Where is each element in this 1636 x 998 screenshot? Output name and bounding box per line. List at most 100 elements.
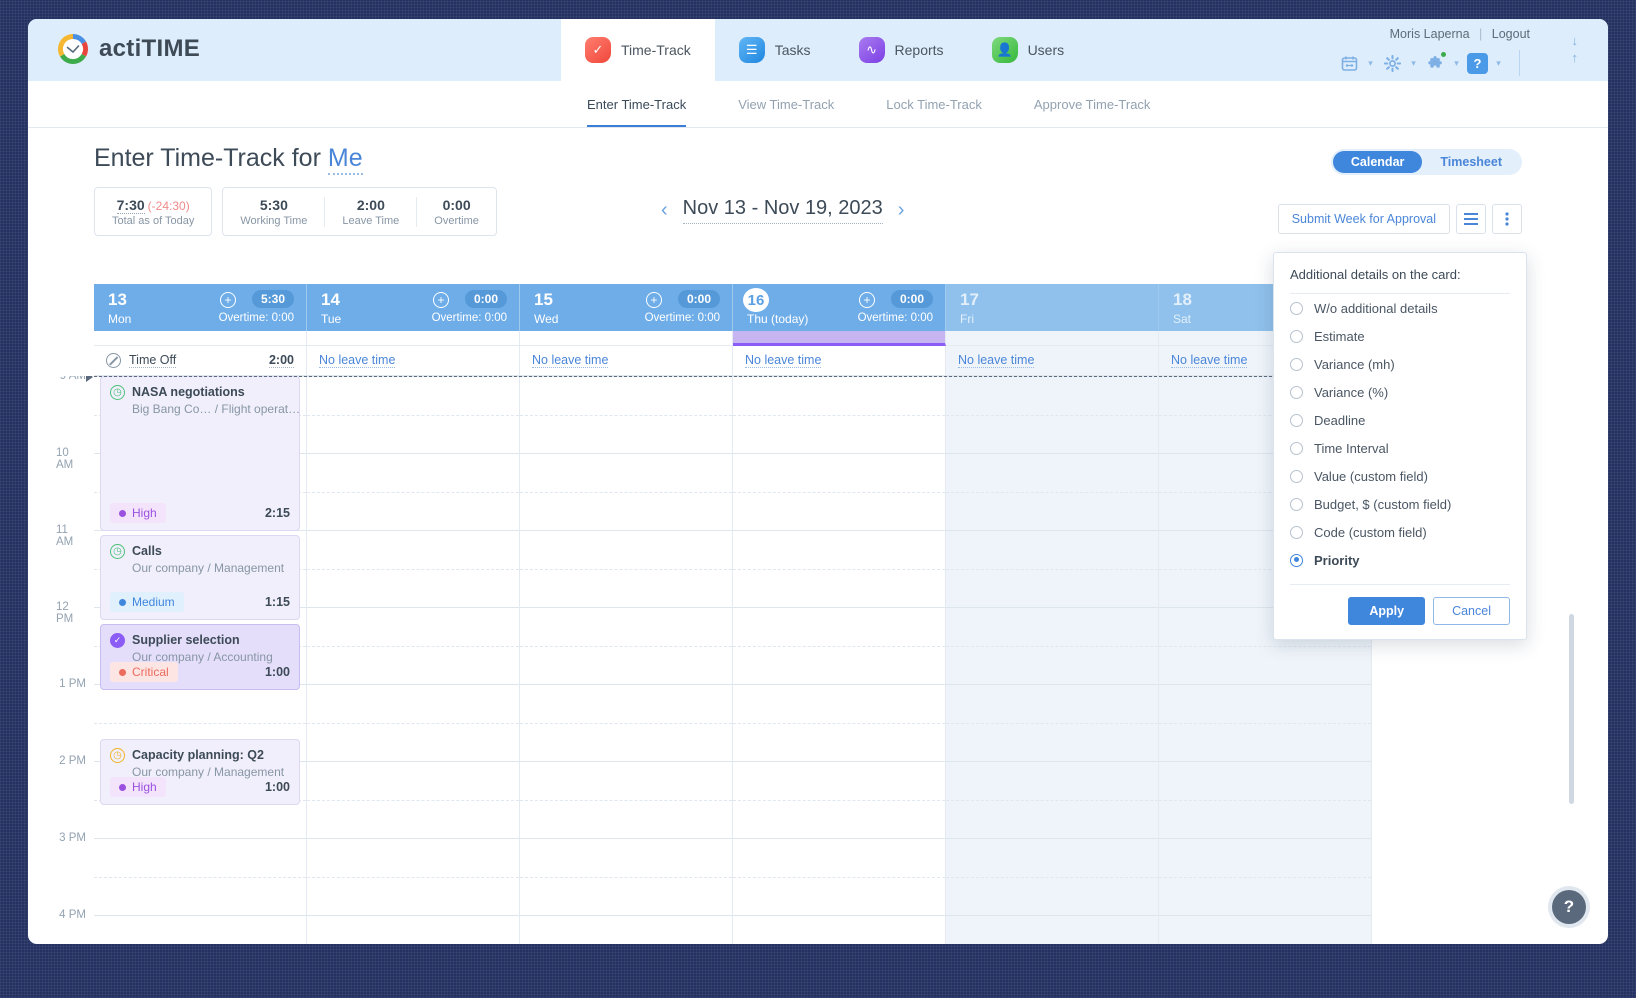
subnav-item-lock-time-track[interactable]: Lock Time-Track bbox=[860, 81, 1008, 127]
day-total: 0:00 bbox=[677, 290, 720, 308]
radio-icon[interactable] bbox=[1290, 301, 1303, 315]
vertical-scrollbar[interactable] bbox=[1569, 614, 1574, 804]
subnav-item-enter-time-track[interactable]: Enter Time-Track bbox=[561, 81, 712, 127]
day-header-15[interactable]: 15 Wed +0:00 Overtime: 0:00 bbox=[520, 284, 733, 331]
task-card[interactable]: ◷ Calls Our company / Management Medium 1:15 bbox=[100, 535, 300, 620]
nav-item-users[interactable]: 👤 Users bbox=[968, 19, 1089, 81]
radio-icon[interactable] bbox=[1290, 553, 1303, 567]
date-range-label[interactable]: Nov 13 - Nov 19, 2023 bbox=[682, 197, 883, 224]
chevron-down-icon[interactable]: ▾ bbox=[1492, 58, 1505, 69]
day-header-17[interactable]: 17 Fri bbox=[946, 284, 1159, 331]
nav-item-tasks[interactable]: ☰ Tasks bbox=[715, 19, 835, 81]
gear-icon[interactable] bbox=[1381, 52, 1403, 74]
radio-icon[interactable] bbox=[1290, 497, 1303, 511]
scope-link-me[interactable]: Me bbox=[327, 144, 363, 175]
no-leave-time-link[interactable]: No leave time bbox=[532, 353, 609, 368]
grid-line bbox=[733, 915, 945, 916]
help-fab-button[interactable]: ? bbox=[1552, 890, 1586, 924]
radio-icon[interactable] bbox=[1290, 357, 1303, 371]
task-card[interactable]: ✓ Supplier selection Our company / Account… bbox=[100, 624, 300, 690]
popup-option-budget-custom-field[interactable]: Budget, $ (custom field) bbox=[1290, 490, 1510, 518]
subnav-item-view-time-track[interactable]: View Time-Track bbox=[712, 81, 860, 127]
radio-icon[interactable] bbox=[1290, 469, 1303, 483]
leave-cell-17[interactable]: No leave time bbox=[946, 346, 1159, 376]
scroll-arrows[interactable]: ↓ ↑ bbox=[1572, 33, 1579, 65]
nav-item-reports[interactable]: ∿ Reports bbox=[835, 19, 968, 81]
radio-icon[interactable] bbox=[1290, 385, 1303, 399]
popup-option-priority[interactable]: Priority bbox=[1290, 546, 1510, 574]
popup-option-estimate[interactable]: Estimate bbox=[1290, 322, 1510, 350]
popup-option-w-o-additional-details[interactable]: W/o additional details bbox=[1290, 294, 1510, 322]
radio-icon[interactable] bbox=[1290, 441, 1303, 455]
list-lines-icon[interactable] bbox=[1456, 204, 1486, 234]
popup-option-deadline[interactable]: Deadline bbox=[1290, 406, 1510, 434]
no-leave-time-link[interactable]: No leave time bbox=[319, 353, 396, 368]
day-column-17[interactable] bbox=[946, 376, 1159, 944]
cancel-button[interactable]: Cancel bbox=[1433, 597, 1510, 625]
day-column-15[interactable] bbox=[520, 376, 733, 944]
brand-logo[interactable]: actiTIME bbox=[56, 32, 200, 66]
chevron-right-icon[interactable]: › bbox=[898, 199, 905, 222]
card-header: ◷ Capacity planning: Q2 bbox=[101, 740, 299, 763]
submit-week-for-approval-button[interactable]: Submit Week for Approval bbox=[1277, 204, 1450, 234]
no-leave-time-link[interactable]: No leave time bbox=[958, 353, 1035, 368]
day-column-13[interactable]: ◷ NASA negotiations Big Bang Co… / Flight … bbox=[94, 376, 307, 944]
chevron-down-icon[interactable]: ▾ bbox=[1450, 58, 1463, 69]
plus-circle-icon[interactable]: + bbox=[433, 292, 449, 308]
radio-icon[interactable] bbox=[1290, 525, 1303, 539]
grid-line bbox=[946, 838, 1158, 839]
plus-circle-icon[interactable]: + bbox=[646, 292, 662, 308]
day-header-13[interactable]: 13 Mon +5:30 Overtime: 0:00 bbox=[94, 284, 307, 331]
calendar-icon[interactable] bbox=[1338, 52, 1360, 74]
popup-option-variance[interactable]: Variance (%) bbox=[1290, 378, 1510, 406]
chevron-down-icon[interactable]: ▾ bbox=[1407, 58, 1420, 69]
apply-button[interactable]: Apply bbox=[1348, 597, 1426, 625]
leave-cell-13[interactable]: Time Off 2:00 bbox=[94, 346, 307, 376]
radio-icon[interactable] bbox=[1290, 413, 1303, 427]
grid-line bbox=[307, 645, 519, 647]
day-number: 14 bbox=[321, 290, 340, 309]
leave-cell-16[interactable]: No leave time bbox=[733, 346, 946, 376]
day-weekday: Tue bbox=[321, 312, 342, 326]
time-off-value: 2:00 bbox=[268, 353, 294, 368]
nav-item-time-track[interactable]: ✓ Time-Track bbox=[561, 19, 715, 81]
leave-cell-14[interactable]: No leave time bbox=[307, 346, 520, 376]
subnav-item-approve-time-track[interactable]: Approve Time-Track bbox=[1008, 81, 1177, 127]
logout-link[interactable]: Logout bbox=[1492, 27, 1530, 41]
time-off-entry[interactable]: Time Off 2:00 bbox=[106, 353, 294, 368]
task-title: Supplier selection bbox=[132, 633, 240, 647]
question-mark-icon[interactable]: ? bbox=[1467, 52, 1488, 74]
more-vertical-icon[interactable] bbox=[1492, 204, 1522, 234]
day-header-16[interactable]: 16 Thu (today) +0:00 Overtime: 0:00 bbox=[733, 284, 946, 331]
actitime-app-window: actiTIME ✓ Time-Track ☰ Tasks ∿ Reports … bbox=[28, 19, 1608, 944]
grid-line bbox=[733, 491, 945, 493]
popup-option-variance-mh[interactable]: Variance (mh) bbox=[1290, 350, 1510, 378]
no-leave-time-link[interactable]: No leave time bbox=[745, 353, 822, 368]
grid-line bbox=[1159, 645, 1371, 647]
day-header-14[interactable]: 14 Tue +0:00 Overtime: 0:00 bbox=[307, 284, 520, 331]
leave-time-value: 2:00 bbox=[356, 196, 385, 213]
plus-circle-icon[interactable]: + bbox=[859, 292, 875, 308]
puzzle-icon[interactable] bbox=[1424, 51, 1447, 74]
plus-circle-icon[interactable]: + bbox=[220, 292, 236, 308]
grid-line bbox=[1159, 684, 1371, 685]
popup-option-time-interval[interactable]: Time Interval bbox=[1290, 434, 1510, 462]
arrow-up-icon[interactable]: ↑ bbox=[1572, 50, 1579, 65]
day-column-14[interactable] bbox=[307, 376, 520, 944]
popup-option-code-custom-field[interactable]: Code (custom field) bbox=[1290, 518, 1510, 546]
arrow-down-icon[interactable]: ↓ bbox=[1572, 33, 1579, 48]
task-card[interactable]: ◷ NASA negotiations Big Bang Co… / Flight … bbox=[100, 376, 300, 531]
chevron-left-icon[interactable]: ‹ bbox=[661, 199, 668, 222]
day-weekday: Fri bbox=[960, 312, 974, 326]
grid-line bbox=[520, 876, 732, 878]
leave-cell-15[interactable]: No leave time bbox=[520, 346, 733, 376]
no-leave-time-link[interactable]: No leave time bbox=[1171, 353, 1248, 368]
popup-option-label: Time Interval bbox=[1314, 440, 1389, 456]
view-toggle-calendar[interactable]: Calendar bbox=[1332, 151, 1423, 173]
view-toggle-timesheet[interactable]: Timesheet bbox=[1422, 151, 1520, 173]
task-card[interactable]: ◷ Capacity planning: Q2 Our company / Mana… bbox=[100, 739, 300, 805]
chevron-down-icon[interactable]: ▾ bbox=[1364, 58, 1377, 69]
radio-icon[interactable] bbox=[1290, 329, 1303, 343]
day-column-16[interactable] bbox=[733, 376, 946, 944]
popup-option-value-custom-field[interactable]: Value (custom field) bbox=[1290, 462, 1510, 490]
